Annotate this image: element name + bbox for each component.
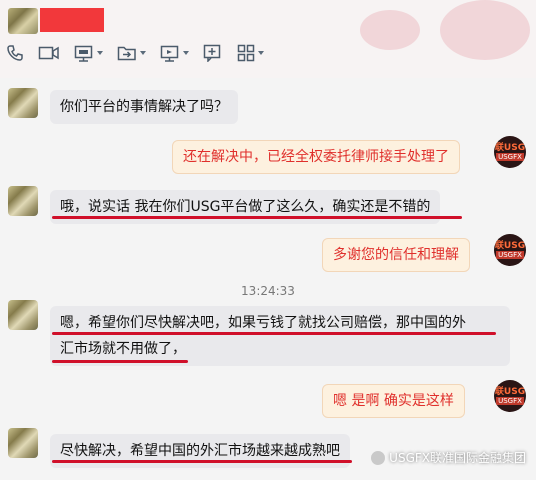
message-bubble-sent[interactable]: 还在解决中，已经全权委托律师接手处理了	[172, 140, 460, 174]
phone-icon	[7, 45, 23, 61]
phone-button[interactable]	[6, 44, 24, 62]
message-timestamp: 13:24:33	[241, 284, 295, 298]
message-text: 你们平台的事情解决了吗？	[60, 99, 228, 115]
contact-avatar[interactable]	[8, 88, 38, 118]
highlight-underline	[52, 332, 496, 335]
message-text: 嗯 是啊 确实是这样	[333, 393, 454, 409]
message-bubble-received[interactable]: 嗯，希望你们尽快解决吧，如果亏钱了就找公司赔偿，那中国的外 汇市场就不用做了，	[50, 306, 510, 366]
video-icon	[38, 46, 59, 60]
contact-name-redacted	[40, 8, 104, 32]
wechat-logo-icon	[371, 450, 386, 465]
contact-avatar[interactable]	[8, 8, 38, 34]
blossom-decoration	[440, 0, 530, 60]
contact-avatar[interactable]	[8, 428, 38, 458]
user-avatar[interactable]: 联USG USGFX	[494, 380, 526, 412]
watermark: USGFX联准国际金融集团	[371, 449, 526, 466]
contact-avatar[interactable]	[8, 186, 38, 216]
message-bubble-sent[interactable]: 多谢您的信任和理解	[322, 238, 470, 272]
message-bubble-received[interactable]: 你们平台的事情解决了吗？	[50, 90, 238, 124]
user-avatar[interactable]: 联USG USGFX	[494, 136, 526, 168]
remote-desktop-button[interactable]	[160, 44, 189, 62]
video-call-button[interactable]	[38, 44, 60, 62]
highlight-underline	[52, 216, 462, 219]
message-text-line: 汇市场就不用做了，	[60, 341, 186, 357]
contact-avatar[interactable]	[8, 300, 38, 330]
message-text-line: 嗯，希望你们尽快解决吧，如果亏钱了就找公司赔偿，那中国的外	[60, 315, 466, 331]
add-icon	[203, 44, 221, 62]
highlight-underline	[52, 360, 188, 363]
message-text: 还在解决中，已经全权委托律师接手处理了	[183, 149, 449, 165]
apps-button[interactable]	[237, 44, 264, 62]
file-transfer-icon	[117, 46, 136, 61]
highlight-underline	[52, 460, 352, 463]
chevron-down-icon	[183, 51, 189, 55]
message-text: 尽快解决，希望中国的外汇市场越来越成熟吧	[60, 443, 340, 459]
screen-share-button[interactable]	[74, 44, 103, 62]
chevron-down-icon	[140, 51, 146, 55]
file-transfer-button[interactable]	[117, 44, 146, 62]
apps-grid-icon	[237, 44, 255, 62]
user-avatar[interactable]: 联USG USGFX	[494, 234, 526, 266]
message-text: 哦，说实话 我在你们USG平台做了这么久，确实还是不错的	[60, 199, 431, 215]
chevron-down-icon	[97, 51, 103, 55]
message-text: 多谢您的信任和理解	[333, 247, 459, 263]
message-bubble-sent[interactable]: 嗯 是啊 确实是这样	[322, 384, 465, 418]
remote-desktop-icon	[160, 45, 179, 62]
add-button[interactable]	[203, 44, 223, 62]
screen-share-icon	[74, 45, 93, 62]
chat-header	[0, 0, 536, 78]
chevron-down-icon	[258, 51, 264, 55]
toolbar	[6, 44, 278, 62]
blossom-decoration	[360, 10, 420, 50]
watermark-text: USGFX联准国际金融集团	[389, 451, 526, 465]
